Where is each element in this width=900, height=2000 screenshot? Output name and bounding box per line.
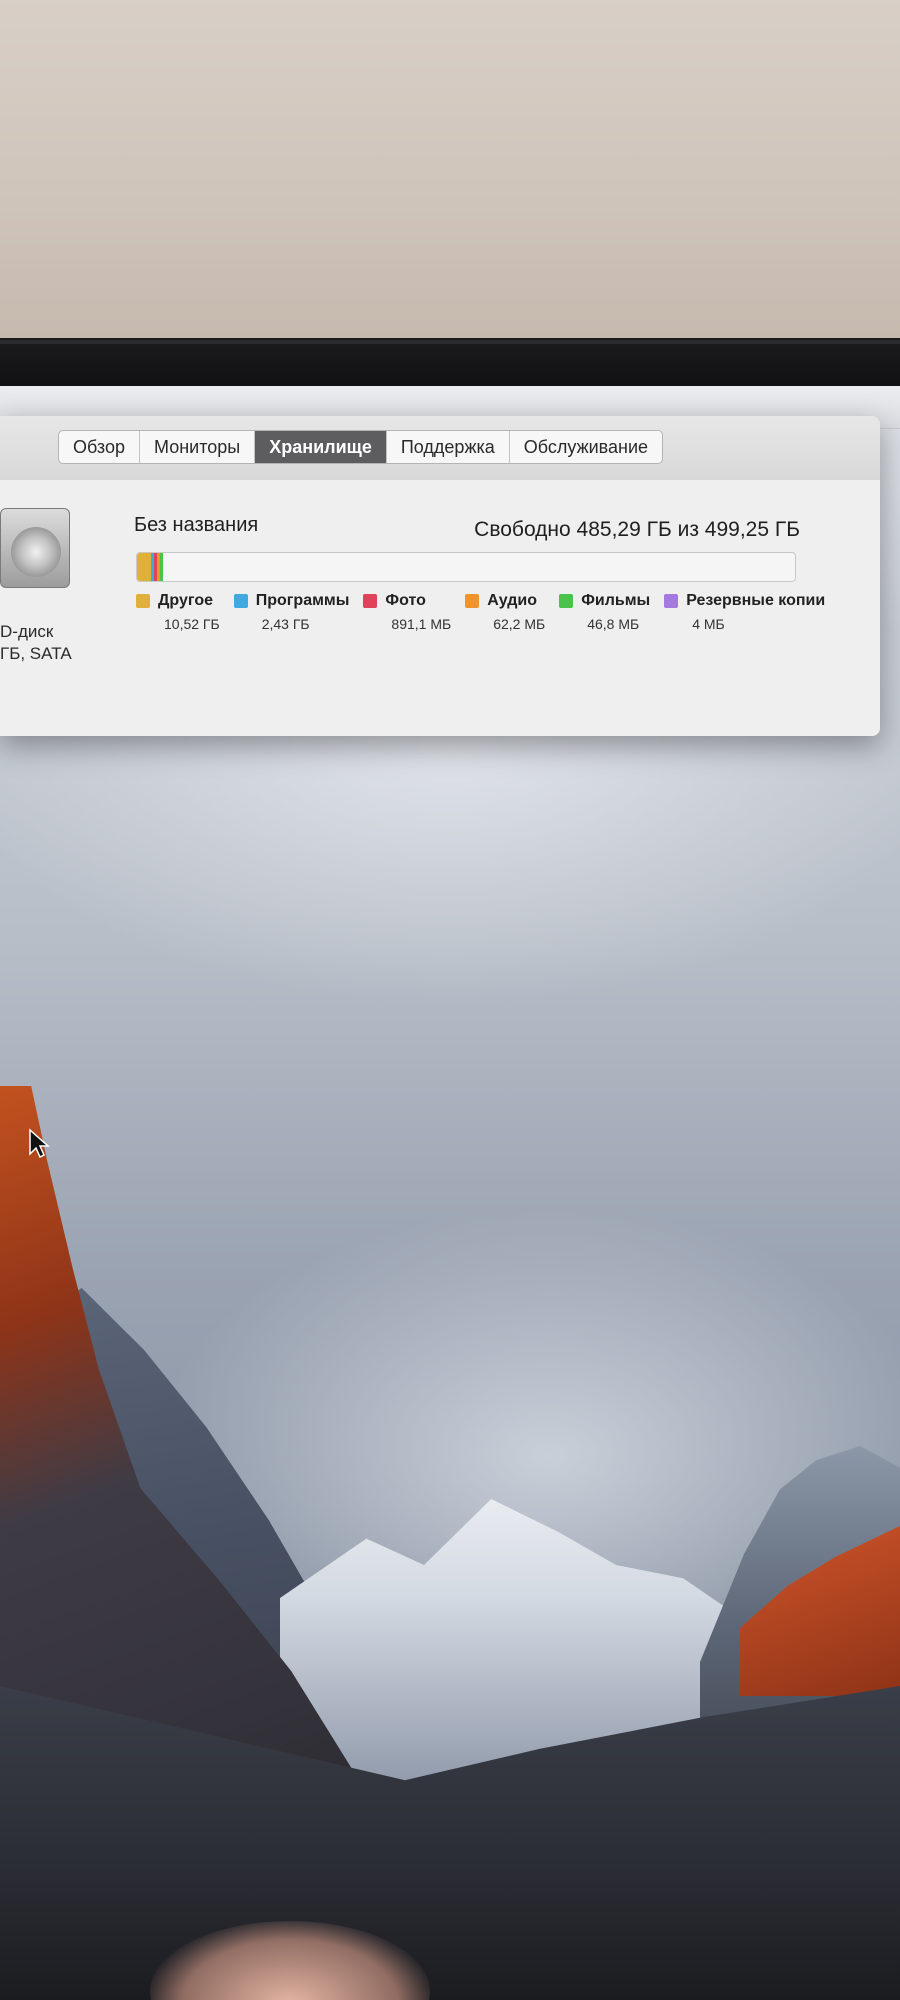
legend-swatch [664,594,679,608]
storage-panel: D-диск ГБ, SATA Без названия Свободно 48… [0,480,880,736]
legend-label: Резервные копии [686,592,826,609]
storage-usage-bar [136,552,796,582]
monitor-bezel-edge [0,340,900,344]
tab-service[interactable]: Обслуживание [510,431,662,463]
legend-size: 4 МБ [692,616,725,632]
legend-size: 891,1 МБ [391,616,452,632]
legend-swatch [363,594,378,608]
legend-item-backups: Резервные копии 4 МБ [664,592,825,632]
window-toolbar: Обзор Мониторы Хранилище Поддержка Обслу… [0,416,880,481]
usage-segment-movies [160,553,164,581]
tab-overview[interactable]: Обзор [59,431,140,463]
legend-label: Аудио [487,592,538,609]
legend-label: Другое [158,592,213,609]
tab-support[interactable]: Поддержка [387,431,510,463]
legend-swatch [559,594,574,608]
segmented-tabs: Обзор Мониторы Хранилище Поддержка Обслу… [58,430,664,464]
legend-label: Фильмы [581,592,651,609]
volume-name: Без названия [134,514,259,536]
background-wall [0,0,900,340]
monitor-bezel [0,338,900,388]
disk-type-label: D-диск [0,622,54,641]
tab-displays[interactable]: Мониторы [140,431,256,463]
legend-swatch [465,594,480,608]
tab-storage[interactable]: Хранилище [255,431,387,463]
storage-legend: Другое 10,52 ГБ Программы 2,43 ГБ Фото 8… [136,592,839,632]
legend-size: 2,43 ГБ [261,616,310,632]
usage-segment-other [137,553,151,581]
legend-label: Фото [385,592,426,609]
legend-item-other: Другое 10,52 ГБ [136,592,220,632]
legend-swatch [136,594,150,608]
hard-drive-platter [11,527,61,577]
legend-label: Программы [255,592,350,609]
about-this-mac-window: Обзор Мониторы Хранилище Поддержка Обслу… [0,416,880,736]
legend-item-movies: Фильмы 46,8 МБ [559,592,650,632]
legend-item-audio: Аудио 62,2 МБ [465,592,545,632]
legend-size: 62,2 МБ [493,616,546,632]
disk-capacity-label: ГБ, SATA [0,644,72,663]
legend-size: 46,8 МБ [587,616,640,632]
volume-free-space: Свободно 485,29 ГБ из 499,25 ГБ [474,518,800,541]
legend-swatch [233,594,248,608]
hard-drive-icon [0,508,70,588]
legend-item-apps: Программы 2,43 ГБ [233,592,350,632]
mouse-pointer-icon [29,1128,50,1159]
legend-item-photos: Фото 891,1 МБ [363,592,451,632]
legend-size: 10,52 ГБ [164,616,220,632]
